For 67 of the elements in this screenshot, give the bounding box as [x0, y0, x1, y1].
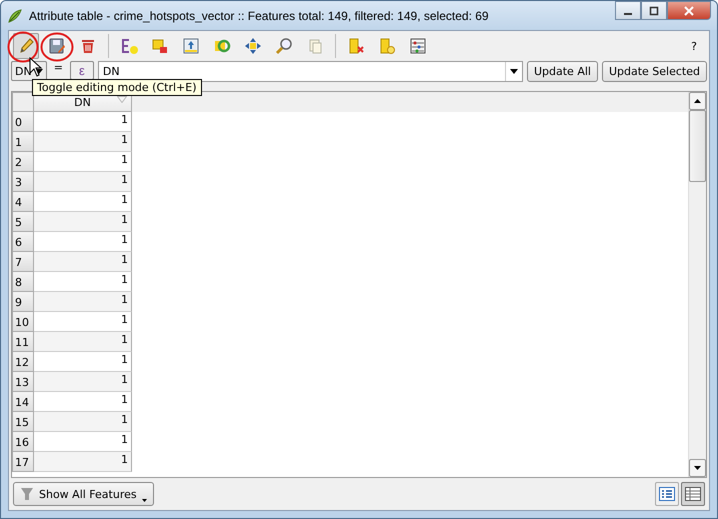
table-cell: 1 — [34, 372, 132, 392]
table-cell: 1 — [34, 232, 132, 252]
scroll-up-icon — [694, 99, 701, 103]
scroll-down-icon — [694, 466, 701, 470]
row-header[interactable]: 5 — [12, 212, 34, 232]
caret-icon — [142, 499, 147, 502]
row-header[interactable]: 13 — [12, 372, 34, 392]
filter-icon — [20, 487, 34, 501]
table-cell: 1 — [34, 112, 132, 132]
table-cell: 1 — [34, 452, 132, 472]
highlight-circle — [40, 32, 74, 62]
form-icon — [659, 487, 675, 501]
row-header[interactable]: 2 — [12, 152, 34, 172]
table-cell: 1 — [34, 192, 132, 212]
table-cell: 1 — [34, 432, 132, 452]
row-header[interactable]: 3 — [12, 172, 34, 192]
table-cell: 1 — [34, 292, 132, 312]
row-header[interactable]: 10 — [12, 312, 34, 332]
table-cell: 1 — [34, 152, 132, 172]
maximize-icon — [649, 6, 659, 16]
operator-label: = — [52, 61, 64, 74]
table-cell: 1 — [34, 352, 132, 372]
row-header[interactable]: 0 — [12, 112, 34, 132]
table-cell: 1 — [34, 272, 132, 292]
close-icon — [683, 6, 695, 16]
row-header[interactable]: 9 — [12, 292, 34, 312]
tooltip: Toggle editing mode (Ctrl+E) — [32, 79, 202, 96]
expression-button[interactable]: ε — [70, 61, 94, 80]
row-header[interactable]: 16 — [12, 432, 34, 452]
table-cell: 1 — [34, 212, 132, 232]
table-view-button[interactable] — [681, 482, 705, 506]
minimize-button[interactable] — [615, 1, 641, 20]
row-header[interactable]: 7 — [12, 252, 34, 272]
table-cell: 1 — [34, 172, 132, 192]
filter-button[interactable]: Show All Features — [13, 482, 154, 506]
sort-icon — [117, 96, 127, 103]
row-header[interactable]: 17 — [12, 452, 34, 472]
row-header[interactable]: 6 — [12, 232, 34, 252]
row-header[interactable]: 14 — [12, 392, 34, 412]
scroll-thumb[interactable] — [689, 110, 706, 182]
table-cell: 1 — [34, 132, 132, 152]
maximize-button[interactable] — [641, 1, 667, 20]
leaf-icon — [7, 8, 23, 24]
close-button[interactable] — [667, 1, 711, 20]
form-view-button[interactable] — [655, 482, 679, 506]
update-button[interactable]: Update Selected — [602, 61, 707, 82]
row-header[interactable]: 15 — [12, 412, 34, 432]
table-cell: 1 — [34, 332, 132, 352]
table-cell: 1 — [34, 412, 132, 432]
row-header[interactable]: 8 — [12, 272, 34, 292]
row-header[interactable]: 11 — [12, 332, 34, 352]
table-cell: 1 — [34, 252, 132, 272]
help-button[interactable]: ? — [691, 40, 697, 52]
expression-field[interactable]: DN — [98, 61, 523, 82]
table-cell: 1 — [34, 392, 132, 412]
row-header[interactable]: 4 — [12, 192, 34, 212]
update-button[interactable]: Update All — [526, 61, 598, 82]
minimize-icon — [624, 12, 632, 14]
table-cell: 1 — [34, 312, 132, 332]
row-header[interactable]: 1 — [12, 132, 34, 152]
row-header[interactable]: 12 — [12, 352, 34, 372]
mouse-cursor-icon — [29, 57, 43, 77]
window-title: Attribute table - crime_hotspots_vector :: Features total: 149, filtered: 149, selected: 69 — [29, 8, 489, 22]
table-icon — [685, 487, 701, 501]
caret-icon — [510, 69, 518, 74]
highlight-circle — [7, 31, 39, 63]
vertical-scrollbar[interactable] — [688, 92, 706, 477]
